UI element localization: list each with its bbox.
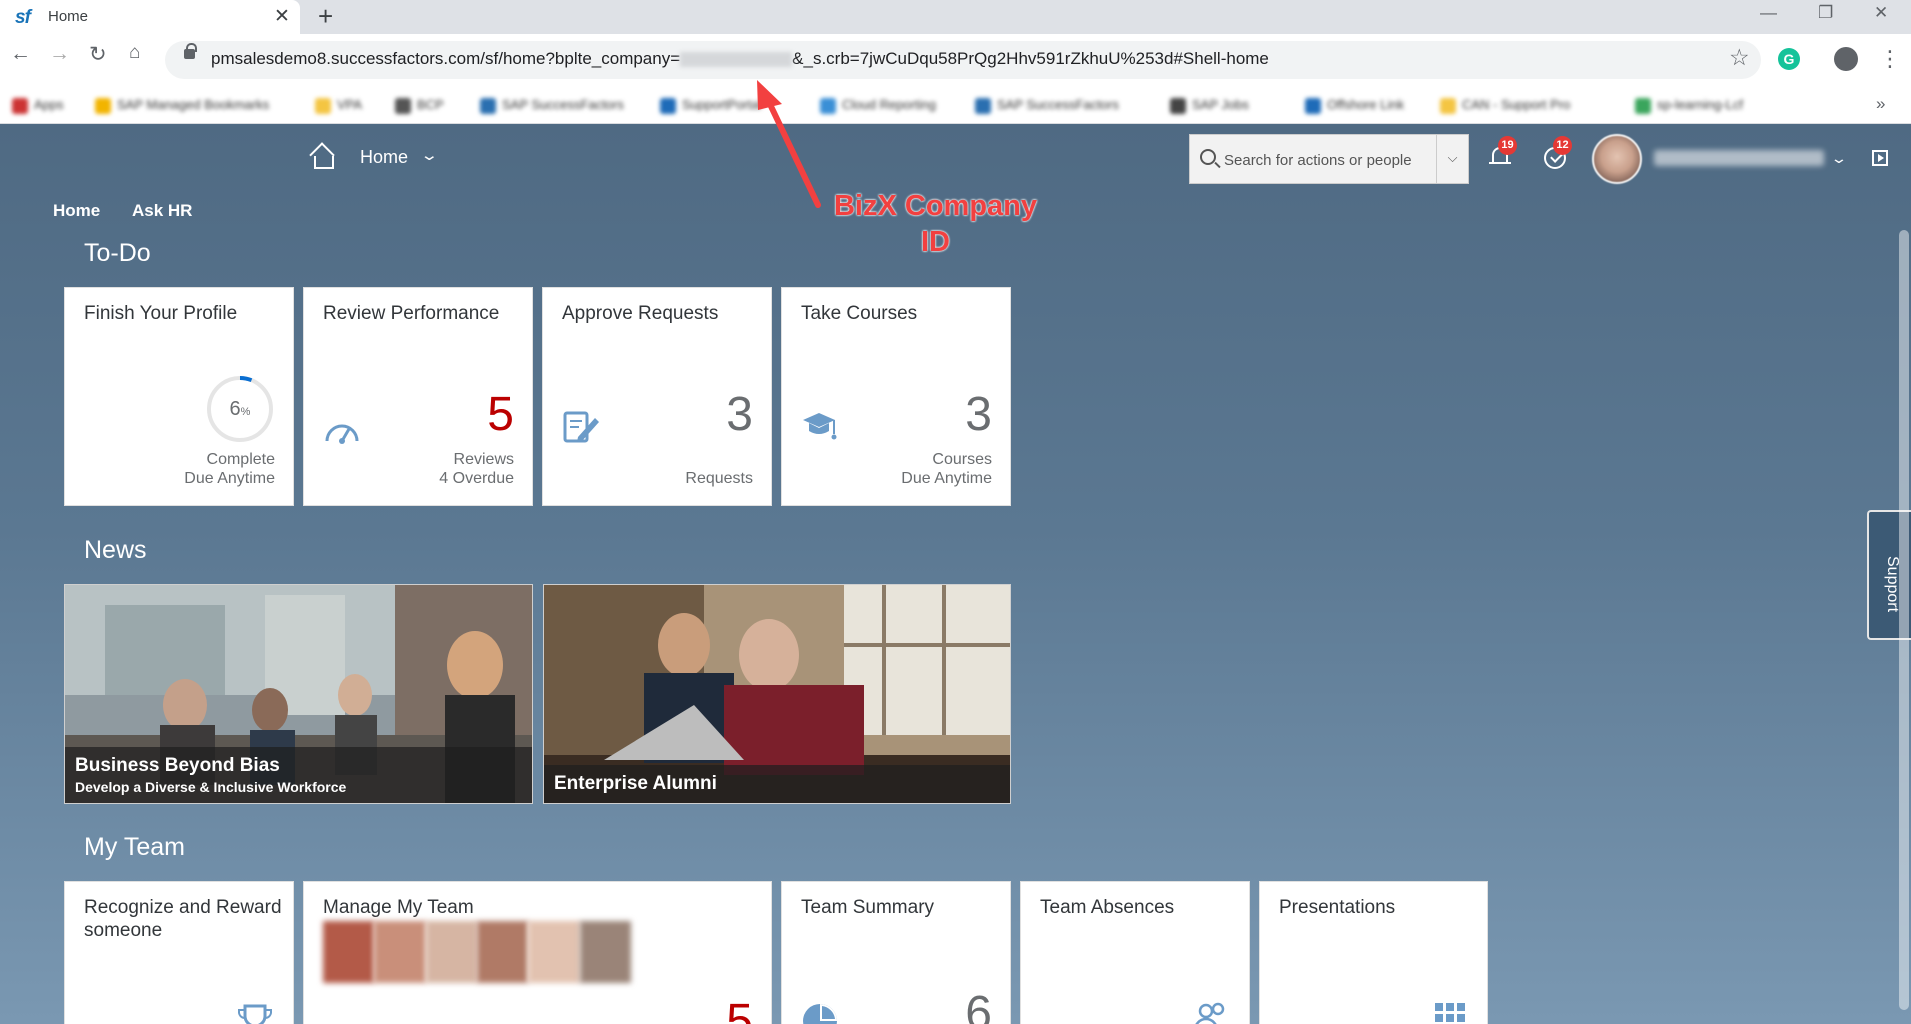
- tile-recognize-reward[interactable]: Recognize and Reward someone: [64, 881, 294, 1024]
- news-title: Business Beyond Bias: [75, 755, 280, 776]
- tile-footer: Courses Due Anytime: [901, 451, 992, 487]
- tile-title: Take Courses: [801, 303, 918, 324]
- tile-title: Recognize and Reward someone: [84, 897, 282, 941]
- tile-footer: Complete Due Anytime: [184, 451, 275, 487]
- tile-count: 5: [487, 388, 514, 441]
- tile-footer: Reviews 4 Overdue: [439, 451, 514, 487]
- team-section-title: My Team: [84, 833, 185, 861]
- tile-review-performance[interactable]: Review Performance 5 Reviews 4 Overdue: [303, 287, 533, 506]
- news-caption: Business Beyond Bias Develop a Diverse &…: [65, 747, 532, 803]
- tile-team-absences[interactable]: Team Absences: [1020, 881, 1250, 1024]
- tile-take-courses[interactable]: Take Courses 3 Courses Due Anytime: [781, 287, 1011, 506]
- news-section-title: News: [84, 536, 147, 564]
- trophy-icon: [238, 1004, 272, 1024]
- graduation-cap-icon: [803, 413, 837, 440]
- news-card-business-beyond-bias[interactable]: Business Beyond Bias Develop a Diverse &…: [64, 584, 533, 804]
- tile-count: 5: [726, 995, 753, 1024]
- tile-title: Manage My Team: [323, 897, 474, 918]
- approval-icon: [563, 411, 599, 443]
- profile-progress-value: 6%: [229, 398, 251, 420]
- tile-presentations[interactable]: Presentations: [1259, 881, 1488, 1024]
- tile-title: Review Performance: [323, 303, 500, 324]
- todo-section-title: To-Do: [84, 239, 151, 267]
- pie-chart-icon: [803, 1004, 837, 1024]
- tile-title: Finish Your Profile: [84, 303, 238, 324]
- tile-title: Team Absences: [1040, 897, 1175, 918]
- team-photos-blurred[interactable]: [323, 921, 631, 983]
- scrollbar[interactable]: [1899, 230, 1909, 1010]
- news-subtitle: Develop a Diverse & Inclusive Workforce: [75, 779, 347, 795]
- people-icon: [1195, 1002, 1225, 1024]
- tile-team-summary[interactable]: Team Summary 6: [781, 881, 1011, 1024]
- news-card-enterprise-alumni[interactable]: Enterprise Alumni: [543, 584, 1011, 804]
- tile-count: 6: [965, 987, 992, 1024]
- annotation-arrow: [757, 80, 821, 208]
- tile-title: Presentations: [1279, 897, 1396, 918]
- tile-approve-requests[interactable]: Approve Requests 3 Requests: [542, 287, 772, 506]
- gauge-icon: [325, 424, 359, 444]
- tile-finish-profile[interactable]: Finish Your Profile 6% Complete Due Anyt…: [64, 287, 294, 506]
- news-caption: Enterprise Alumni: [544, 765, 1010, 803]
- tile-count: 3: [726, 388, 753, 441]
- news-title: Enterprise Alumni: [554, 773, 717, 794]
- tile-title: Team Summary: [801, 897, 935, 918]
- tile-footer: Requests: [685, 470, 753, 487]
- annotation-label: BizX Company ID: [833, 190, 1038, 258]
- grid-icon: [1435, 1003, 1465, 1022]
- tile-title: Approve Requests: [562, 303, 719, 324]
- tile-count: 3: [965, 388, 992, 441]
